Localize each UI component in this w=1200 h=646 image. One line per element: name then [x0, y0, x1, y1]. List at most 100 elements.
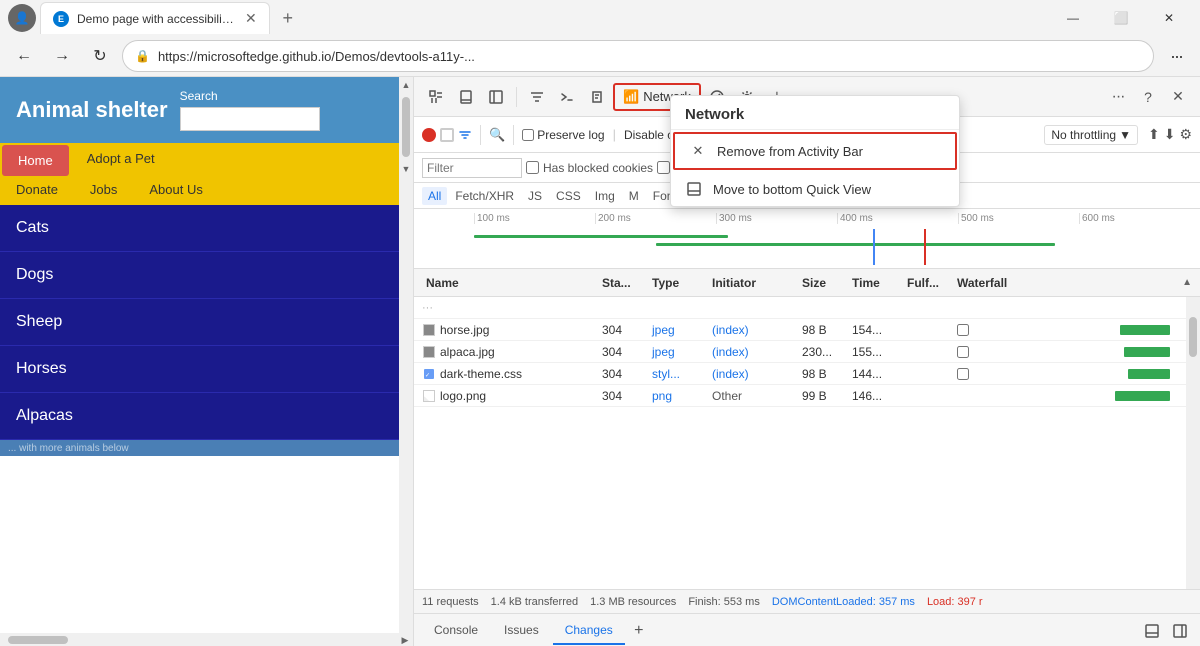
table-vertical-scrollbar[interactable]	[1186, 297, 1200, 589]
address-text: https://microsoftedge.github.io/Demos/de…	[158, 49, 1141, 64]
throttle-dropdown[interactable]: No throttling ▼	[1044, 125, 1138, 145]
type-media-button[interactable]: M	[623, 187, 645, 205]
preserve-log-checkbox[interactable]: Preserve log	[522, 128, 604, 142]
record-button[interactable]	[422, 128, 436, 142]
sidebar-icon[interactable]	[482, 83, 510, 111]
wf-checkbox-css[interactable]	[957, 368, 969, 380]
more-options-button[interactable]: ···	[1160, 40, 1192, 72]
animal-item-sheep[interactable]: Sheep	[0, 299, 413, 346]
address-bar[interactable]: 🔒 https://microsoftedge.github.io/Demos/…	[122, 40, 1154, 72]
table-row[interactable]: horse.jpg 304 jpeg (index) 98 B 154...	[414, 319, 1186, 341]
nav-jobs[interactable]: Jobs	[74, 178, 133, 201]
more-tools-button[interactable]: +	[763, 83, 791, 111]
type-js-button[interactable]: JS	[522, 187, 548, 205]
nav-aboutus[interactable]: About Us	[133, 178, 218, 201]
devtools-more-button[interactable]: ···	[1104, 83, 1132, 111]
table-row[interactable]: ✓ dark-theme.css 304 styl... (index) 98 …	[414, 363, 1186, 385]
device-icon[interactable]	[452, 83, 480, 111]
col-header-waterfall[interactable]: Waterfall ▲	[953, 276, 1196, 290]
dock-bottom-icon[interactable]	[1140, 619, 1164, 643]
animal-item-cats[interactable]: Cats	[0, 205, 413, 252]
network-button[interactable]: 📶 Network	[613, 83, 701, 111]
cell-initiator-css[interactable]: (index)	[708, 367, 798, 381]
nav-home[interactable]: Home	[2, 145, 69, 176]
type-font-button[interactable]: Font	[647, 187, 683, 205]
wf-checkbox-alpaca[interactable]	[957, 346, 969, 358]
table-row-placeholder: ···	[414, 297, 1186, 319]
type-fetchxhr-button[interactable]: Fetch/XHR	[449, 187, 520, 205]
close-button[interactable]: ✕	[1146, 2, 1192, 34]
dock-right-icon[interactable]	[1168, 619, 1192, 643]
elements-icon[interactable]	[523, 83, 551, 111]
stop-button[interactable]	[440, 128, 454, 142]
third-party-checkbox[interactable]	[775, 161, 788, 174]
back-button[interactable]: ←	[8, 40, 40, 72]
network-settings-icon[interactable]: ⚙	[1179, 126, 1192, 143]
type-other-button[interactable]: Other	[860, 187, 902, 205]
search-input[interactable]	[180, 107, 320, 131]
has-blocked-cookies-checkbox[interactable]	[526, 161, 539, 174]
type-ws-button[interactable]: WS	[720, 187, 751, 205]
col-header-type[interactable]: Type	[648, 276, 708, 290]
cell-initiator-horse[interactable]: (index)	[708, 323, 798, 337]
table-row[interactable]: logo.png 304 png Other 99 B 146...	[414, 385, 1186, 407]
type-manifest-button[interactable]: Manifest	[801, 187, 858, 205]
tab-console[interactable]: Console	[422, 617, 490, 645]
horizontal-scrollbar[interactable]: ▶	[0, 633, 413, 646]
col-header-time[interactable]: Time	[848, 276, 903, 290]
performance-icon[interactable]	[703, 83, 731, 111]
sources-icon[interactable]	[583, 83, 611, 111]
scroll-up-arrow[interactable]: ▲	[399, 77, 413, 93]
vertical-scrollbar[interactable]: ▲ ▼	[399, 77, 413, 646]
restore-button[interactable]: ⬜	[1098, 2, 1144, 34]
nav-donate[interactable]: Donate	[0, 178, 74, 201]
type-all-button[interactable]: All	[422, 187, 447, 205]
scroll-down-arrow[interactable]: ▼	[399, 161, 413, 177]
blocked-requests-checkbox[interactable]	[657, 161, 670, 174]
type-doc-button[interactable]: Doc	[685, 187, 718, 205]
reload-button[interactable]: ↻	[84, 40, 116, 72]
minimize-button[interactable]: —	[1050, 2, 1096, 34]
tab-bar: 👤 E Demo page with accessibility issu ✕ …	[0, 0, 1200, 36]
type-css-button[interactable]: CSS	[550, 187, 587, 205]
console-icon[interactable]	[553, 83, 581, 111]
browser-tab[interactable]: E Demo page with accessibility issu ✕	[40, 2, 270, 34]
filter-input[interactable]	[422, 158, 522, 178]
tab-close-button[interactable]: ✕	[245, 10, 257, 27]
animal-item-dogs[interactable]: Dogs	[0, 252, 413, 299]
cell-size-horse: 98 B	[798, 323, 848, 337]
table-scroll-thumb[interactable]	[1189, 317, 1197, 357]
animal-item-alpacas[interactable]: Alpacas	[0, 393, 413, 440]
cell-time-horse: 154...	[848, 323, 903, 337]
cell-initiator-alpaca[interactable]: (index)	[708, 345, 798, 359]
devtools-help-icon[interactable]: ?	[1134, 83, 1162, 111]
download-icon[interactable]: ⬇	[1164, 126, 1176, 143]
disable-cache-label: Disable cache	[624, 128, 699, 142]
filter-settings-icon[interactable]	[458, 128, 472, 142]
table-row[interactable]: alpaca.jpg 304 jpeg (index) 230... 155..…	[414, 341, 1186, 363]
type-img-button[interactable]: Img	[589, 187, 621, 205]
tab-issues[interactable]: Issues	[492, 617, 551, 645]
wf-checkbox-horse[interactable]	[957, 324, 969, 336]
tab-changes[interactable]: Changes	[553, 617, 625, 645]
type-wasm-button[interactable]: Wasm	[753, 187, 799, 205]
inspect-icon[interactable]	[422, 83, 450, 111]
devtools-close-button[interactable]: ✕	[1164, 83, 1192, 111]
h-scroll-thumb[interactable]	[8, 636, 68, 644]
upload-icon[interactable]: ⬆	[1148, 126, 1160, 143]
col-header-size[interactable]: Size	[798, 276, 848, 290]
new-tab-button[interactable]: +	[274, 4, 302, 32]
toolbar-separator-1	[516, 87, 517, 107]
scroll-thumb[interactable]	[402, 97, 410, 157]
col-header-fulf[interactable]: Fulf...	[903, 276, 953, 290]
search-button[interactable]: 🔍	[489, 127, 505, 143]
col-header-initiator[interactable]: Initiator	[708, 276, 798, 290]
add-tab-button[interactable]: +	[627, 619, 651, 643]
col-header-status[interactable]: Sta...	[598, 276, 648, 290]
profile-avatar[interactable]: 👤	[8, 4, 36, 32]
forward-button[interactable]: →	[46, 40, 78, 72]
nav-adopt[interactable]: Adopt a Pet	[71, 143, 171, 178]
settings-gear-icon[interactable]	[733, 83, 761, 111]
animal-item-horses[interactable]: Horses	[0, 346, 413, 393]
cell-name-logo: logo.png	[418, 389, 598, 403]
